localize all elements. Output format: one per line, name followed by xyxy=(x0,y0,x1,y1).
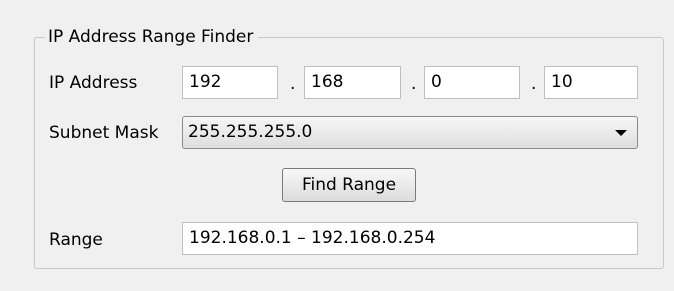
range-label: Range xyxy=(49,230,103,250)
ip-separator-1: . xyxy=(290,74,296,94)
find-range-button[interactable]: Find Range xyxy=(282,168,416,202)
app-window: IP Address Range Finder IP Address 192 .… xyxy=(0,0,674,291)
ip-separator-2: . xyxy=(411,74,417,94)
chevron-down-icon xyxy=(615,130,627,136)
ip-octet-2-input[interactable]: 168 xyxy=(304,66,401,99)
ip-octet-3-input[interactable]: 0 xyxy=(424,66,520,99)
ip-octet-4-input[interactable]: 10 xyxy=(544,66,638,99)
range-output-field[interactable]: 192.168.0.1 – 192.168.0.254 xyxy=(182,222,638,255)
ip-octet-1-input[interactable]: 192 xyxy=(182,66,278,99)
subnet-mask-selected-value: 255.255.255.0 xyxy=(188,122,313,142)
ip-separator-3: . xyxy=(531,74,537,94)
subnet-mask-select[interactable]: 255.255.255.0 xyxy=(182,116,638,149)
groupbox-title: IP Address Range Finder xyxy=(45,26,259,48)
subnet-mask-label: Subnet Mask xyxy=(49,123,159,143)
ip-address-label: IP Address xyxy=(49,73,138,93)
